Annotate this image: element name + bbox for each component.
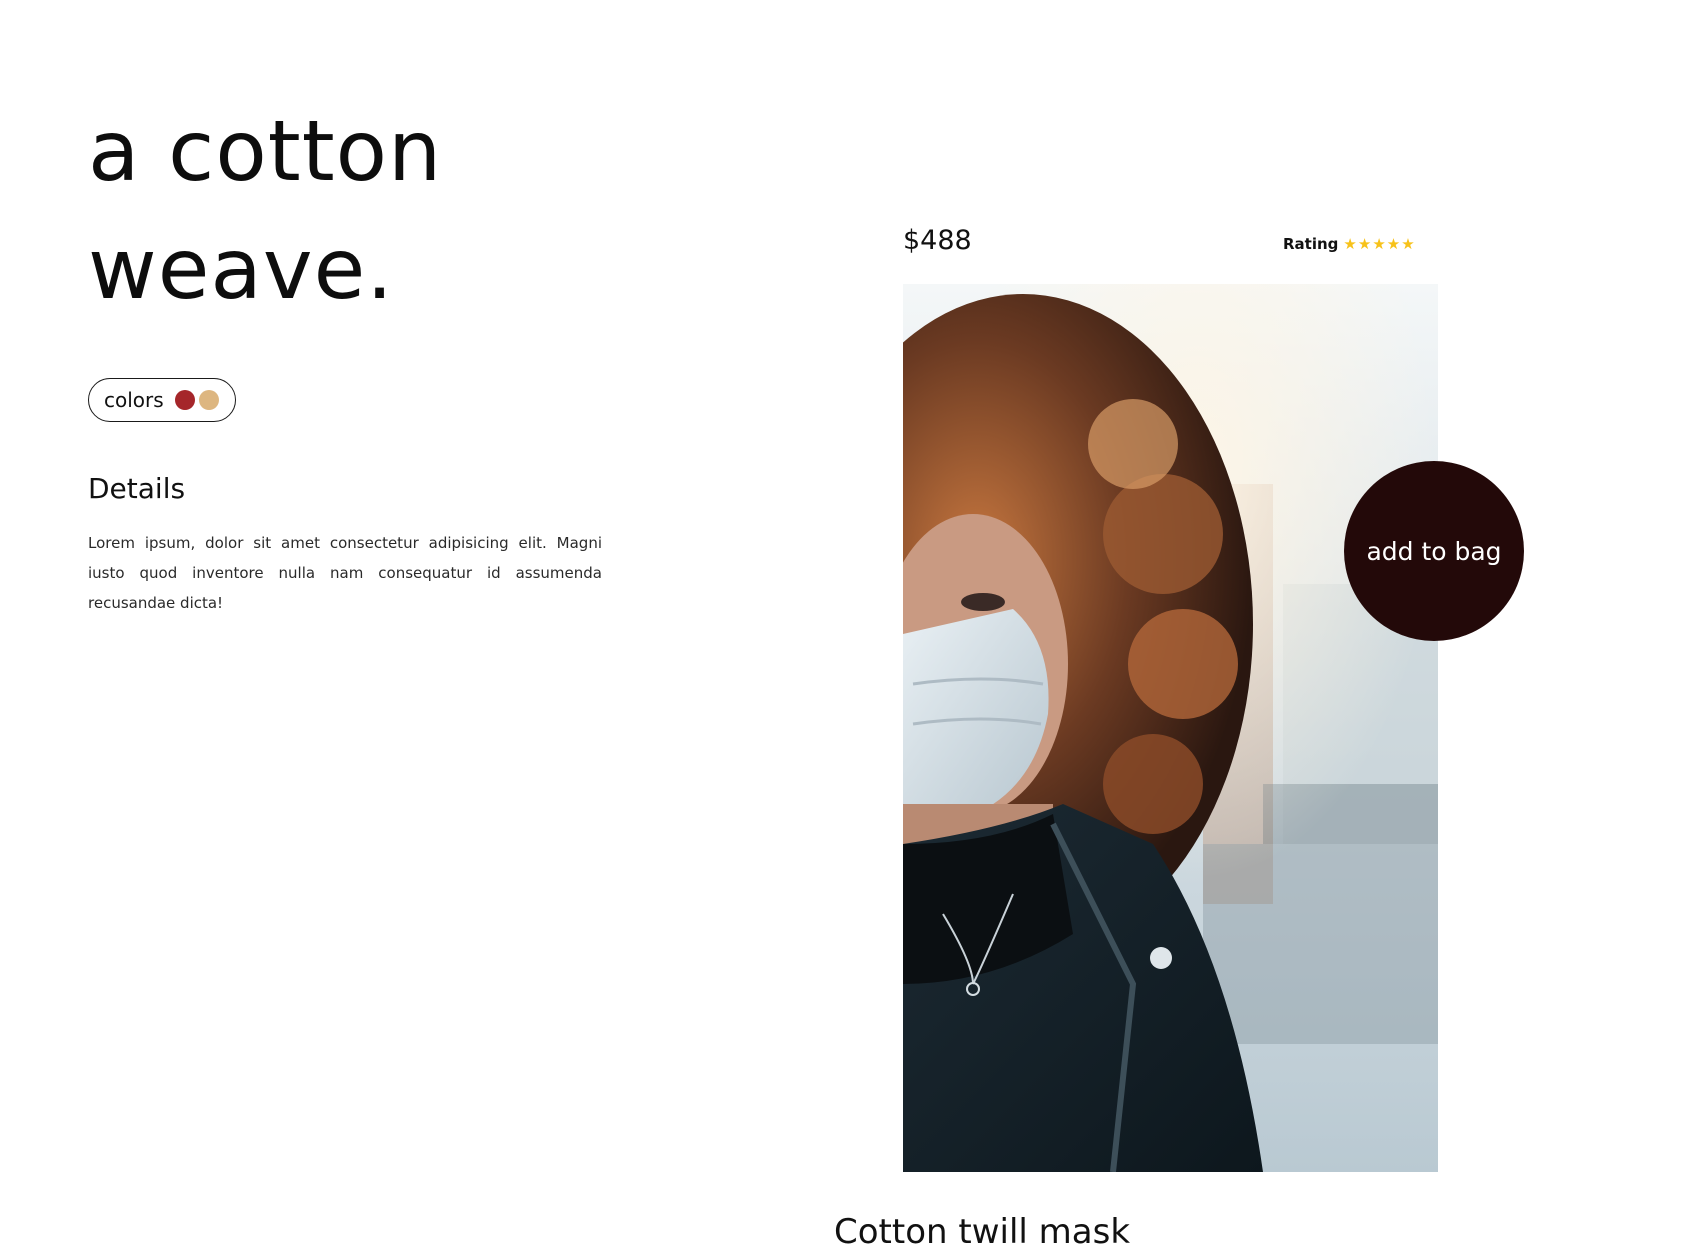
product-photo-illustration bbox=[903, 284, 1438, 1172]
color-picker[interactable]: colors bbox=[88, 378, 236, 422]
product-name: Cotton twill mask bbox=[834, 1212, 1131, 1252]
details-heading: Details bbox=[88, 472, 186, 505]
product-photo bbox=[903, 284, 1438, 1172]
star-icon: ★ bbox=[1401, 235, 1415, 253]
color-picker-label: colors bbox=[104, 388, 164, 412]
add-to-bag-button[interactable]: add to bag bbox=[1344, 461, 1524, 641]
color-swatch-red[interactable] bbox=[174, 390, 195, 410]
star-icon: ★ bbox=[1386, 235, 1401, 253]
rating-label: Rating bbox=[1283, 234, 1339, 253]
product-rating: Rating ★★★★★ bbox=[1283, 234, 1415, 253]
hero-headline-line-1: a cotton bbox=[88, 102, 443, 200]
hero-headline: a cotton weave. bbox=[88, 92, 442, 328]
star-icon: ★ bbox=[1343, 235, 1357, 253]
hero-headline-line-2: weave. bbox=[88, 220, 394, 318]
product-price: $488 bbox=[903, 225, 972, 256]
rating-stars: ★★★★★ bbox=[1342, 234, 1414, 253]
details-description: Lorem ipsum, dolor sit amet consectetur … bbox=[88, 534, 602, 612]
color-swatch-tan[interactable] bbox=[198, 390, 219, 410]
star-icon: ★ bbox=[1357, 235, 1372, 253]
star-icon: ★ bbox=[1372, 235, 1386, 253]
